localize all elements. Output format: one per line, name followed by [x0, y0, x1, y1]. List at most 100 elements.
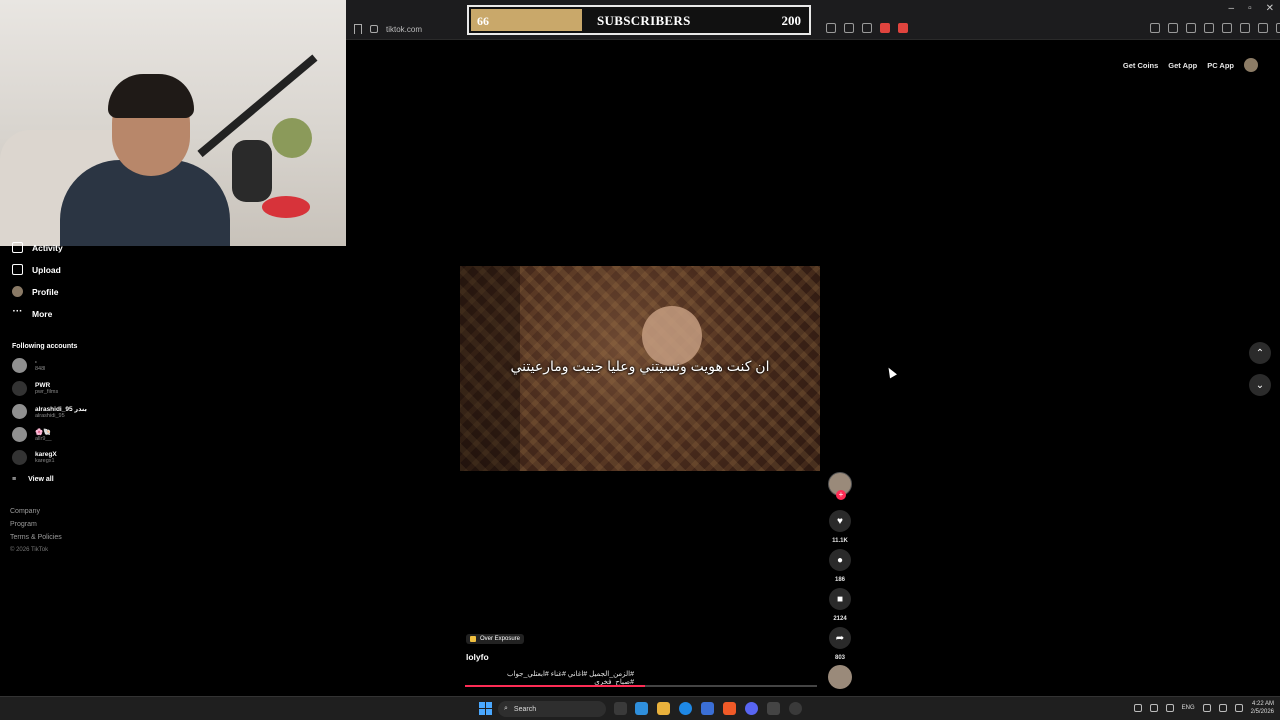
vpn-icon[interactable] — [1258, 23, 1268, 33]
webcam-feed — [0, 0, 346, 246]
save-button[interactable]: ■ — [829, 588, 851, 610]
user-avatar[interactable] — [1244, 58, 1258, 72]
following-account[interactable]: · 848l — [12, 358, 45, 373]
view-all-link[interactable]: ≡ View all — [12, 476, 54, 483]
following-account[interactable]: 🌸🐚 allr9__ — [12, 427, 52, 442]
pc-app-link[interactable]: PC App — [1207, 61, 1234, 70]
bell-icon — [12, 242, 23, 253]
search-icon: ⌕ — [504, 705, 508, 712]
music-icon[interactable] — [1186, 23, 1196, 33]
windows-logo-tile — [486, 709, 492, 715]
address-bar[interactable]: tiktok.com — [354, 20, 422, 38]
get-app-link[interactable]: Get App — [1168, 61, 1197, 70]
sidebar-icon[interactable] — [1204, 23, 1214, 33]
clock[interactable]: 4:22 AM 2/5/2026 — [1251, 700, 1274, 716]
follow-plus-icon[interactable]: + — [836, 490, 846, 500]
url-text[interactable]: tiktok.com — [386, 25, 422, 34]
sidebar-item-profile[interactable]: Profile — [12, 286, 58, 297]
tray-overflow-icon[interactable] — [1133, 704, 1142, 712]
previous-video-button[interactable]: ⌃ — [1249, 342, 1271, 364]
share-button[interactable]: ➦ — [829, 627, 851, 649]
footer-company[interactable]: Company — [10, 508, 40, 515]
subscriber-goal-overlay: 66 SUBSCRIBERS 200 — [467, 5, 811, 35]
account-name: alrashidi_95 ﺑﻨﺪﺭ — [35, 405, 87, 413]
webcam-mic-ring — [262, 196, 310, 218]
cast-icon[interactable] — [844, 23, 854, 33]
account-handle: pwr_films — [35, 389, 59, 395]
mouse-cursor — [885, 365, 897, 379]
windows-logo-tile — [486, 702, 492, 708]
music-note-icon — [470, 636, 476, 642]
start-button[interactable] — [479, 702, 492, 715]
video-progress-bar[interactable] — [465, 685, 817, 687]
wifi-icon[interactable] — [1202, 704, 1211, 712]
sound-tag[interactable]: Over Exposure — [466, 634, 525, 644]
network-icon[interactable] — [1149, 704, 1158, 712]
dots-icon: ··· — [12, 306, 23, 317]
window-controls: – ▫ ✕ — [1229, 3, 1275, 14]
account-avatar — [12, 404, 27, 419]
sidebar-item-more[interactable]: ··· More — [12, 306, 53, 319]
bookmark-icon[interactable] — [354, 24, 362, 34]
next-video-button[interactable]: ⌄ — [1249, 374, 1271, 396]
settings-icon[interactable] — [789, 702, 802, 715]
sidebar-item-upload[interactable]: Upload — [12, 264, 61, 275]
video-hashtags[interactable]: #الزمن_الجميل #اغاني #غناء #ابعتلي_جواب … — [466, 670, 634, 686]
volume-icon[interactable] — [1218, 704, 1227, 712]
file-explorer-icon[interactable] — [657, 702, 670, 715]
webcam-person-hair — [108, 74, 194, 118]
battery-icon[interactable] — [1234, 704, 1243, 712]
edge-icon[interactable] — [679, 702, 692, 715]
toolbar-icons-left — [826, 23, 908, 33]
comment-count: 186 — [834, 577, 845, 583]
view-all-label: View all — [28, 476, 54, 483]
copilot-icon[interactable] — [635, 702, 648, 715]
close-button[interactable]: ✕ — [1266, 3, 1274, 14]
save-count: 2124 — [833, 616, 847, 622]
leo-icon[interactable] — [1240, 23, 1250, 33]
brave-shield-icon[interactable] — [880, 23, 890, 33]
wallet-icon[interactable] — [1222, 23, 1232, 33]
discord-icon[interactable] — [745, 702, 758, 715]
avatar-icon — [12, 286, 23, 297]
get-coins-link[interactable]: Get Coins — [1123, 61, 1158, 70]
footer-program[interactable]: Program — [10, 521, 37, 528]
taskbar: ⌕ Search ENG 4:22 AM 2/5/2026 — [0, 696, 1280, 720]
video-username[interactable]: lolyfo — [466, 652, 489, 662]
webcam-plant — [272, 118, 312, 158]
reader-icon[interactable] — [1168, 23, 1178, 33]
video-progress-fill — [465, 685, 645, 687]
comment-button[interactable]: ● — [829, 549, 851, 571]
task-view-icon[interactable] — [614, 702, 627, 715]
following-account[interactable]: karegX karegx1 — [12, 450, 57, 465]
video-player[interactable]: ان كنت هويت ونسيتني وعليا جنيت ومارعيتني — [460, 266, 820, 471]
account-avatar — [12, 450, 27, 465]
sound-avatar[interactable] — [828, 665, 852, 689]
share-icon[interactable] — [862, 23, 872, 33]
menu-icon[interactable] — [1276, 23, 1280, 33]
brave-icon[interactable] — [723, 702, 736, 715]
extensions-icon[interactable] — [1150, 23, 1160, 33]
account-avatar — [12, 358, 27, 373]
taskbar-search[interactable]: ⌕ Search — [498, 701, 606, 717]
clock-time: 4:22 AM — [1251, 701, 1274, 707]
footer-terms[interactable]: Terms & Policies — [10, 534, 62, 541]
minimize-button[interactable]: – — [1229, 3, 1235, 14]
following-account[interactable]: alrashidi_95 ﺑﻨﺪﺭ alrashidi_95 — [12, 404, 87, 419]
subscriber-count: 66 — [477, 14, 489, 28]
site-info-icon[interactable] — [370, 25, 378, 33]
search-label: Search — [513, 705, 537, 713]
language-indicator[interactable]: ENG — [1182, 705, 1195, 711]
heart-icon: ♥ — [837, 515, 843, 527]
rewards-icon[interactable] — [898, 23, 908, 33]
mute-icon[interactable] — [826, 23, 836, 33]
like-button[interactable]: ♥ — [829, 510, 851, 532]
maximize-button[interactable]: ▫ — [1248, 3, 1252, 14]
following-account[interactable]: PWR pwr_films — [12, 381, 58, 396]
terminal-icon[interactable] — [767, 702, 780, 715]
list-icon: ≡ — [12, 476, 17, 483]
account-avatar — [12, 381, 27, 396]
sidebar-item-activity[interactable]: Activity — [12, 242, 63, 253]
mic-icon[interactable] — [1165, 704, 1174, 712]
store-icon[interactable] — [701, 702, 714, 715]
